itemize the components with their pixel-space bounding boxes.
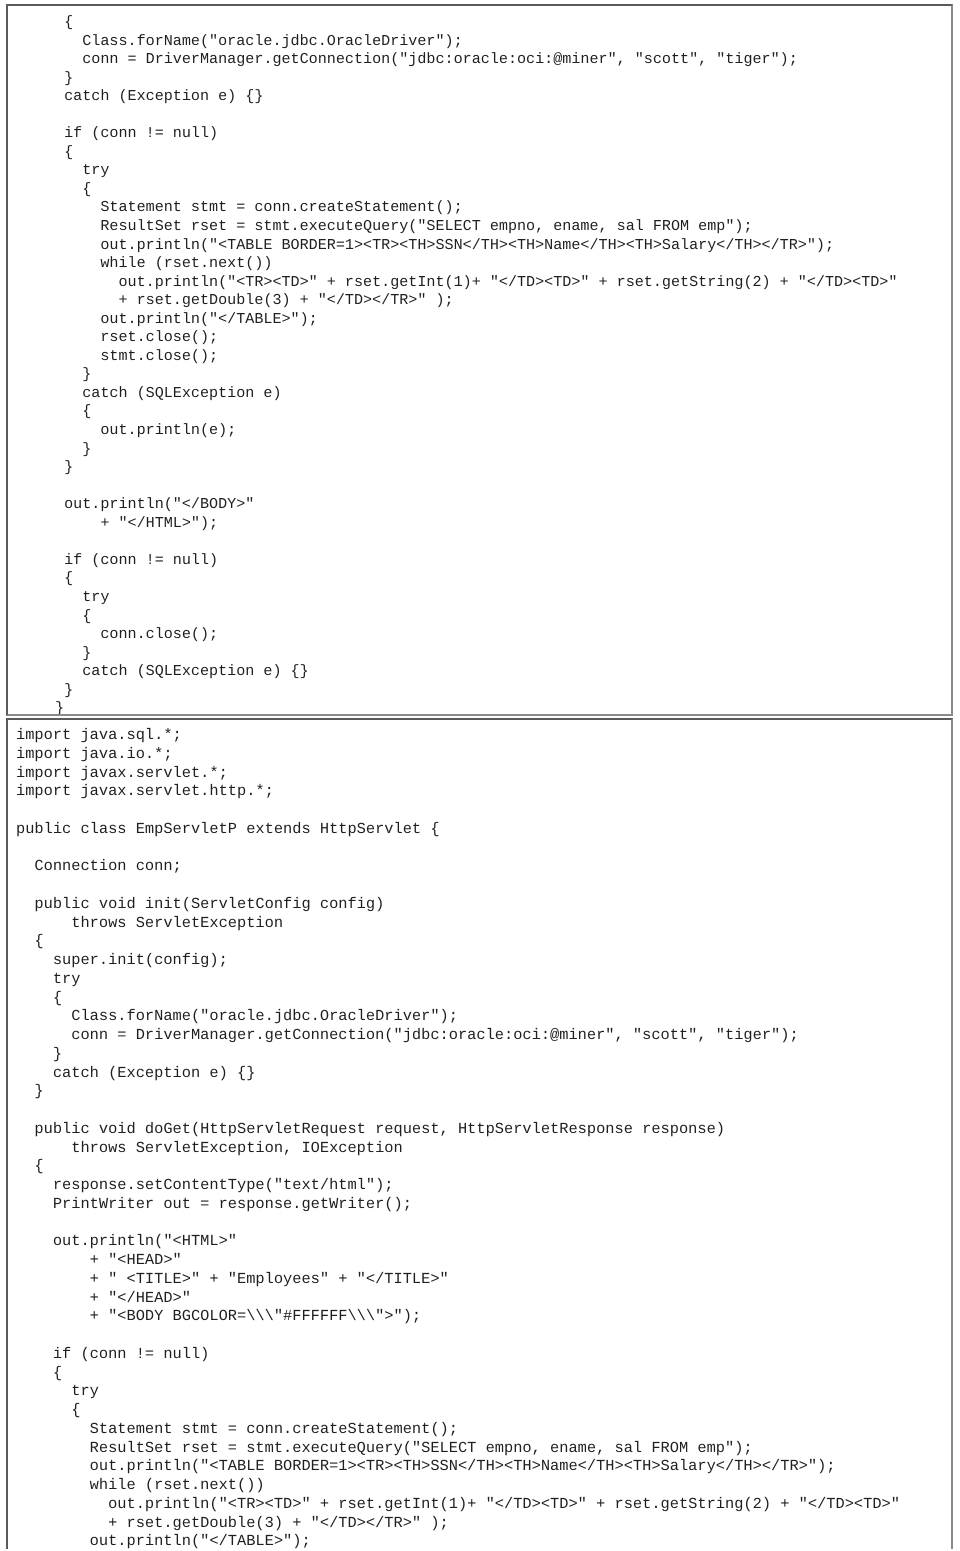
document-page: { Class.forName("oracle.jdbc.OracleDrive…: [0, 0, 960, 1551]
code-listing-block-1: { Class.forName("oracle.jdbc.OracleDrive…: [6, 4, 953, 716]
code-text-block-1: { Class.forName("oracle.jdbc.OracleDrive…: [55, 13, 898, 716]
code-text-block-2: import java.sql.*; import java.io.*; imp…: [16, 726, 900, 1549]
code-listing-block-2: import java.sql.*; import java.io.*; imp…: [6, 718, 953, 1549]
